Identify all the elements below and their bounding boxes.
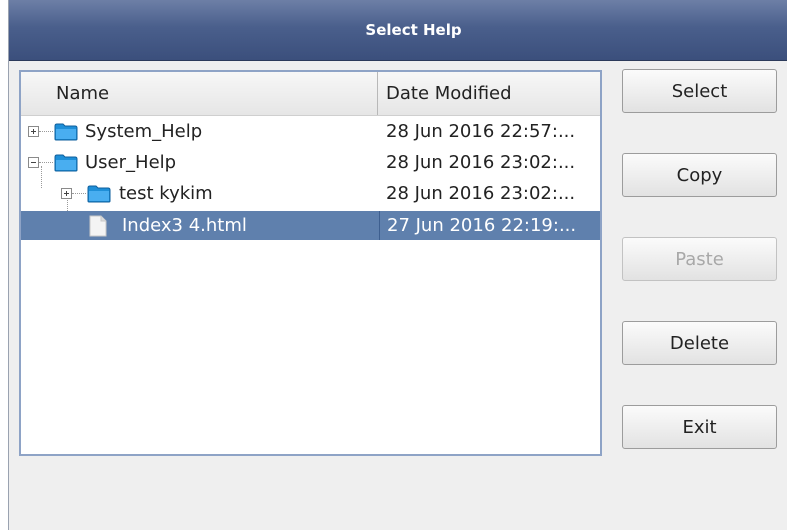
exit-button[interactable]: Exit — [622, 405, 777, 449]
expand-plus-icon[interactable] — [61, 188, 72, 199]
expand-plus-icon[interactable] — [28, 126, 39, 137]
tree-line — [72, 193, 86, 194]
paste-button: Paste — [622, 237, 777, 281]
row-date: 28 Jun 2016 22:57:... — [386, 121, 576, 142]
delete-button[interactable]: Delete — [622, 321, 777, 365]
tree-row-system-help[interactable]: System_Help 28 Jun 2016 22:57:... — [21, 117, 600, 146]
row-name: test kykim — [119, 183, 213, 204]
tree-line — [39, 131, 53, 132]
help-file-tree[interactable]: Name Date Modified System_Help 28 Jun 20… — [19, 70, 602, 456]
row-date: 27 Jun 2016 22:19:... — [379, 211, 576, 240]
row-date: 28 Jun 2016 23:02:... — [386, 183, 576, 204]
tree-header: Name Date Modified — [21, 72, 600, 116]
copy-button[interactable]: Copy — [622, 153, 777, 197]
collapse-minus-icon[interactable] — [28, 157, 39, 168]
row-name: Index3 4.html — [122, 215, 247, 236]
column-header-name[interactable]: Name — [21, 72, 378, 115]
file-icon — [89, 215, 107, 237]
title-bar: Select Help — [9, 0, 787, 61]
select-help-dialog: Select Help Name Date Modified System_He… — [8, 0, 787, 530]
folder-icon — [87, 185, 111, 203]
row-date: 28 Jun 2016 23:02:... — [386, 152, 576, 173]
select-button[interactable]: Select — [622, 69, 777, 113]
row-name: System_Help — [85, 121, 203, 142]
tree-row-test-kykim[interactable]: test kykim 28 Jun 2016 23:02:... — [21, 179, 600, 208]
column-header-date-modified[interactable]: Date Modified — [379, 72, 600, 115]
row-name: User_Help — [85, 152, 177, 173]
tree-row-index3-4-html[interactable]: Index3 4.html 27 Jun 2016 22:19:... — [21, 211, 600, 240]
folder-icon — [54, 123, 78, 141]
tree-line — [39, 162, 53, 163]
tree-row-user-help[interactable]: User_Help 28 Jun 2016 23:02:... — [21, 148, 600, 177]
window-title: Select Help — [365, 21, 462, 39]
folder-icon — [54, 154, 78, 172]
